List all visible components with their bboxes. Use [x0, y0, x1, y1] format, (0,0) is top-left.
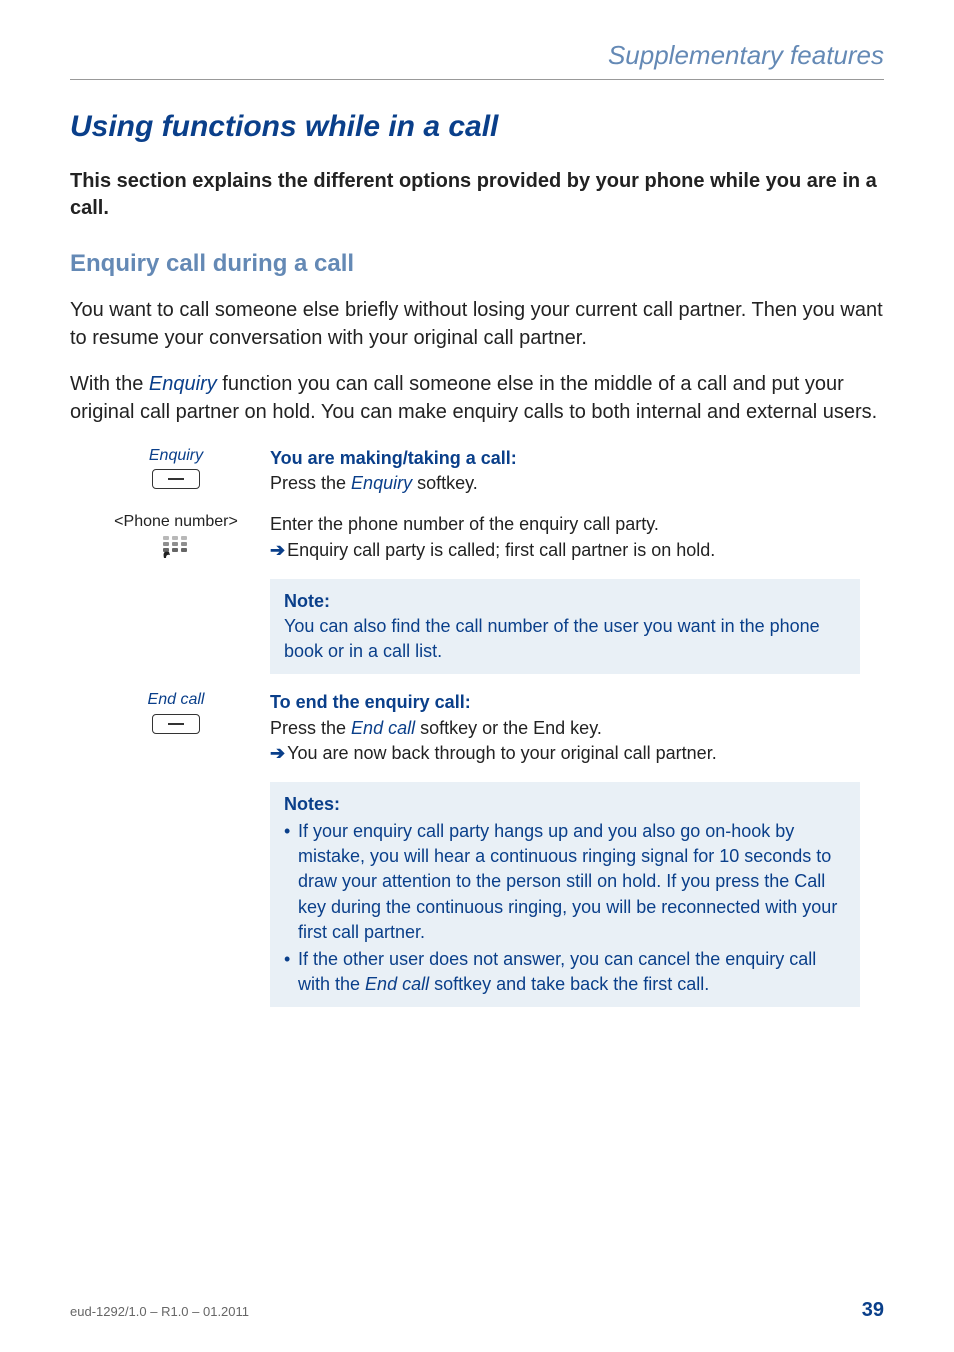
step-right-end-call: To end the enquiry call: Press the End c… — [270, 690, 860, 766]
step-row-phone-number: <Phone number> — [100, 512, 860, 562]
softkey-dash-icon — [168, 478, 184, 480]
softkey-icon — [152, 714, 200, 734]
step-left-enquiry: Enquiry — [100, 446, 270, 489]
arrow-icon: ➔ — [270, 743, 285, 763]
step3-line1-a: Press the — [270, 718, 351, 738]
paragraph-2: With the Enquiry function you can call s… — [70, 370, 884, 426]
para2-term: Enquiry — [149, 373, 217, 395]
page-footer: eud-1292/1.0 – R1.0 – 01.2011 39 — [70, 1299, 884, 1322]
note2-li2-text: If the other user does not answer, you c… — [298, 947, 846, 997]
step3-line1-term: End call — [351, 718, 415, 738]
note-box-1: Note: You can also find the call number … — [270, 579, 860, 675]
page: Supplementary features Using functions w… — [0, 0, 954, 1352]
softkey-icon — [152, 469, 200, 489]
note1-text: You can also find the call number of the… — [284, 616, 820, 661]
note2-item-1: • If your enquiry call party hangs up an… — [284, 819, 846, 945]
note2-li1-text: If your enquiry call party hangs up and … — [298, 819, 846, 945]
step-row-end-call: End call To end the enquiry call: Press … — [100, 690, 860, 766]
steps-container: Enquiry You are making/taking a call: Pr… — [100, 446, 860, 1007]
note2-li2-term: End call — [365, 974, 429, 994]
note2-label: Notes: — [284, 792, 846, 817]
step1-line-a: Press the — [270, 473, 351, 493]
step3-line1-b: softkey or the End key. — [415, 718, 602, 738]
section-intro: This section explains the different opti… — [70, 168, 884, 222]
subsection-title: Enquiry call during a call — [70, 250, 884, 278]
step1-title: You are making/taking a call: — [270, 448, 517, 468]
paragraph-1: You want to call someone else briefly wi… — [70, 296, 884, 352]
arrow-icon: ➔ — [270, 540, 285, 560]
header-title: Supplementary features — [70, 40, 884, 71]
footer-page-number: 39 — [862, 1299, 884, 1322]
step-left-label-phone-number: <Phone number> — [100, 512, 252, 531]
step-left-label-end-call: End call — [100, 690, 252, 709]
step-right-note1: Note: You can also find the call number … — [270, 579, 860, 675]
note1-label: Note: — [284, 589, 846, 614]
step-row-note1: Note: You can also find the call number … — [100, 579, 860, 675]
step-left-label-enquiry: Enquiry — [100, 446, 252, 465]
section-title: Using functions while in a call — [70, 110, 884, 144]
note2-li2-b: softkey and take back the first call. — [429, 974, 709, 994]
step-left-phone-number: <Phone number> — [100, 512, 270, 561]
bullet-icon: • — [284, 819, 298, 844]
keypad-icon — [161, 536, 191, 562]
step1-line-term: Enquiry — [351, 473, 412, 493]
step-right-phone-number: Enter the phone number of the enquiry ca… — [270, 512, 860, 562]
step2-line1: Enter the phone number of the enquiry ca… — [270, 514, 659, 534]
step-left-end-call: End call — [100, 690, 270, 733]
step-row-enquiry: Enquiry You are making/taking a call: Pr… — [100, 446, 860, 496]
step-row-note2: Notes: • If your enquiry call party hang… — [100, 782, 860, 1008]
step3-title: To end the enquiry call: — [270, 692, 471, 712]
page-header: Supplementary features — [70, 40, 884, 80]
step2-line2: Enquiry call party is called; first call… — [287, 540, 715, 560]
softkey-dash-icon — [168, 723, 184, 725]
note2-item-2: • If the other user does not answer, you… — [284, 947, 846, 997]
step1-line-b: softkey. — [412, 473, 478, 493]
step3-line2: You are now back through to your origina… — [287, 743, 717, 763]
bullet-icon: • — [284, 947, 298, 972]
footer-doc-id: eud-1292/1.0 – R1.0 – 01.2011 — [70, 1304, 249, 1319]
note-box-2: Notes: • If your enquiry call party hang… — [270, 782, 860, 1008]
step-right-enquiry: You are making/taking a call: Press the … — [270, 446, 860, 496]
step-right-note2: Notes: • If your enquiry call party hang… — [270, 782, 860, 1008]
para2-a: With the — [70, 373, 149, 395]
